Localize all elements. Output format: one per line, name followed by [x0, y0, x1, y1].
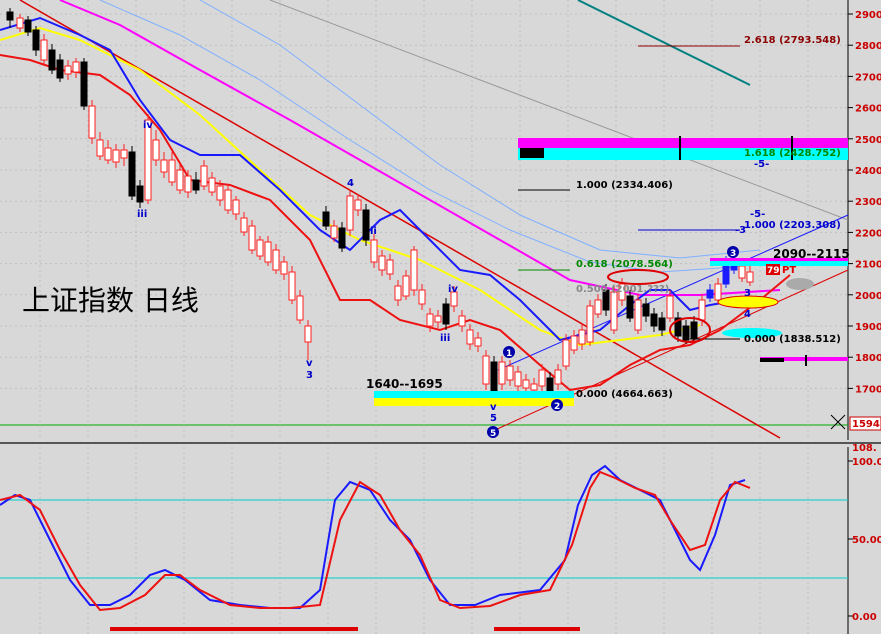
wave-small-4: 4 [744, 309, 751, 320]
fib-label-1000a: 1.000 (2334.406) [576, 180, 673, 191]
wave-iv-1: iv [143, 120, 153, 131]
price-tick-label: 2300. [855, 197, 881, 208]
osc-tick-label: 0.00 [852, 612, 877, 623]
candle [256, 236, 264, 260]
candle [634, 294, 642, 334]
price-tick-label: 1900. [855, 322, 881, 333]
fib-label-1000b: 1.000 (2203.308) [744, 220, 841, 231]
osc-tick-label: 100.0 [852, 457, 881, 468]
candle [346, 190, 354, 236]
fib-label-1618: 1.618 (2428.752) [744, 148, 841, 159]
minus3-label: -3 [735, 225, 746, 236]
candle [88, 100, 96, 144]
svg-text:3: 3 [730, 249, 736, 259]
price-tick-label: 1700. [855, 384, 881, 395]
pt-label: PT [782, 265, 796, 276]
wave-ii: ii [370, 226, 377, 237]
candle [128, 146, 136, 200]
candle [410, 246, 418, 296]
price-axis-labels: 2900. 2800. 2700. 2600. 2500. 2400. 2300. 2200.… [848, 10, 881, 395]
wave-v-1: v [306, 358, 313, 369]
price-tick-label: 2200. [855, 228, 881, 239]
svg-text:5: 5 [490, 429, 496, 439]
chart-title: 上证指数 日线 [22, 284, 199, 317]
ellipse-gray [786, 278, 814, 290]
price-tick-label: 2700. [855, 72, 881, 83]
chart-canvas: 2.618 (2793.548) 1.618 (2428.752) 1.000 … [0, 0, 881, 634]
range-low-label: 1640--1695 [366, 377, 443, 391]
candle [80, 58, 88, 110]
low-band-yellow [374, 398, 574, 406]
osc-tick-label: 50.00 [852, 535, 881, 546]
low-band-cyan [374, 391, 574, 398]
wave-iii-2: iii [440, 333, 450, 344]
candle [482, 350, 490, 390]
candle [288, 266, 296, 304]
fib-label-0000a: 0.000 (1838.512) [744, 334, 841, 345]
wave-iv-2: iv [448, 284, 458, 295]
svg-text:2: 2 [554, 402, 560, 412]
wave-3-1: 3 [306, 370, 313, 381]
osc-panel [0, 447, 848, 634]
price-tick-label: 2500. [855, 135, 881, 146]
minus5-label-a: -5- [754, 159, 769, 170]
price-tick-label: 2900. [855, 10, 881, 21]
price-tick-label: 2100. [855, 260, 881, 271]
fib-band-black [520, 148, 544, 158]
fib-band-magenta [518, 138, 848, 148]
price-tick-label: 1800. [855, 353, 881, 364]
price-tick-label: 2600. [855, 104, 881, 115]
osc-axis-labels: 100.0 50.00 0.00 [848, 457, 881, 623]
small-band-black [760, 358, 784, 362]
osc-top-value: 108. [852, 443, 877, 454]
wave-5-1: 5 [490, 413, 497, 424]
wave-4: 4 [347, 178, 354, 189]
fib-label-2618: 2.618 (2793.548) [744, 35, 841, 46]
price-tick-label: 2800. [855, 41, 881, 52]
candle [586, 300, 594, 346]
fib-label-0618: 0.618 (2078.564) [576, 259, 673, 270]
last-value-text: 1594. [852, 419, 881, 430]
pt-tag-number: 79 [767, 266, 780, 276]
price-tick-label: 2000. [855, 291, 881, 302]
wave-small-3: 3 [744, 288, 751, 299]
price-tick-label: 2400. [855, 166, 881, 177]
fib-label-0500: 0.500 (2001.???) [576, 284, 669, 295]
candle [362, 204, 370, 246]
range-high-label: 2090--2115 [773, 247, 850, 261]
wave-iii-1: iii [137, 209, 147, 220]
svg-text:1: 1 [506, 349, 512, 359]
fib-label-0000b: 0.000 (4664.663) [576, 389, 673, 400]
wave-v-2: v [490, 402, 497, 413]
minus5-label-b: -5- [750, 209, 765, 220]
